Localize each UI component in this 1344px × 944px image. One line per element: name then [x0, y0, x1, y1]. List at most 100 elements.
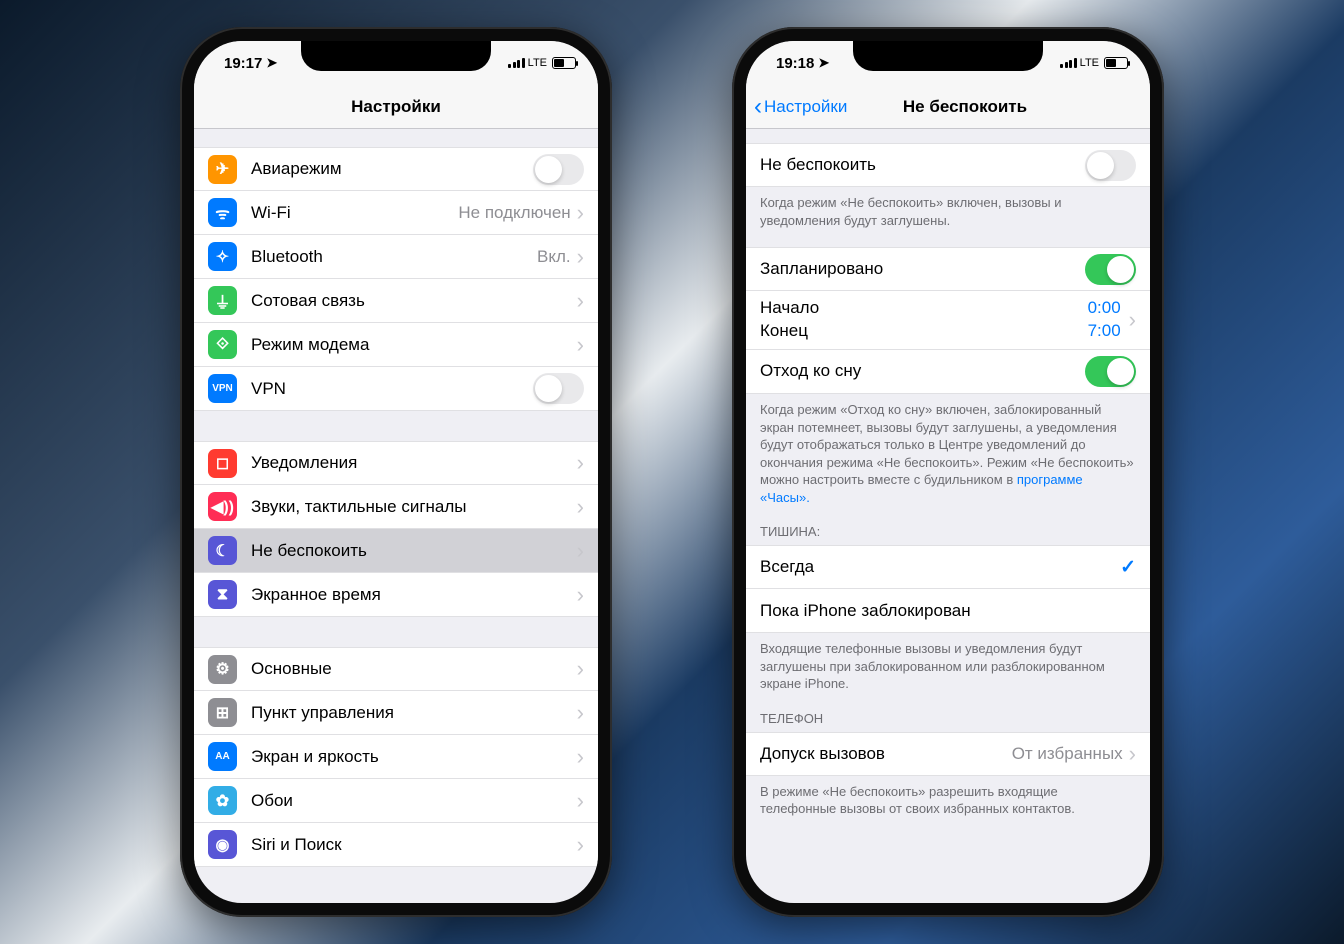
dnd-toggle-row[interactable]: Не беспокоить: [746, 143, 1150, 187]
airplane-icon: ✈: [208, 155, 237, 184]
carrier-label: LTE: [528, 57, 547, 69]
dnd-content[interactable]: Не беспокоить Когда режим «Не беспокоить…: [746, 129, 1150, 903]
notch: [853, 41, 1043, 71]
cell-label: VPN: [251, 379, 533, 399]
cell-label: Уведомления: [251, 453, 577, 473]
cell-label: Основные: [251, 659, 577, 679]
silence-locked-row[interactable]: Пока iPhone заблокирован: [746, 589, 1150, 633]
scheduled-label: Запланировано: [760, 259, 1085, 279]
silence-always-label: Всегда: [760, 557, 1120, 577]
chevron-right-icon: ›: [577, 288, 584, 314]
settings-row-уведомления[interactable]: ◻ Уведомления›: [194, 441, 598, 485]
gear-icon: ⚙: [208, 655, 237, 684]
cell-label: Режим модема: [251, 335, 577, 355]
settings-row-экран-и-яркость[interactable]: AAЭкран и яркость›: [194, 735, 598, 779]
to-label: Конец: [760, 320, 808, 343]
scheduled-toggle[interactable]: [1085, 254, 1136, 285]
siri-icon: ◉: [208, 830, 237, 859]
settings-row-экранное-время[interactable]: ⧗Экранное время›: [194, 573, 598, 617]
dnd-label: Не беспокоить: [760, 155, 1085, 175]
settings-row-сотовая-связь[interactable]: ⏚Сотовая связь›: [194, 279, 598, 323]
toggle[interactable]: [533, 154, 584, 185]
phone-right: 19:18➤ LTE ‹Настройки Не беспокоить Не б…: [732, 27, 1164, 917]
bluetooth-icon: ✧: [208, 242, 237, 271]
status-time: 19:18: [776, 55, 814, 72]
chevron-right-icon: ›: [577, 656, 584, 682]
back-label: Настройки: [764, 97, 847, 117]
settings-row-vpn[interactable]: VPN VPN: [194, 367, 598, 411]
cell-label: Siri и Поиск: [251, 835, 577, 855]
moon-icon: ☾: [208, 536, 237, 565]
dnd-toggle[interactable]: [1085, 150, 1136, 181]
checkmark-icon: ✓: [1120, 556, 1136, 579]
bedtime-footer: Когда режим «Отход ко сну» включен, забл…: [746, 394, 1150, 510]
status-time: 19:17: [224, 55, 262, 72]
page-title: Не беспокоить: [903, 97, 1027, 117]
cell-detail: Вкл.: [537, 247, 571, 267]
navbar: Настройки: [194, 85, 598, 129]
from-value: 0:00: [1088, 297, 1121, 320]
cell-label: Пункт управления: [251, 703, 577, 723]
settings-row-основные[interactable]: ⚙ Основные›: [194, 647, 598, 691]
link-icon: ⟐: [208, 330, 237, 359]
silence-footer: Входящие телефонные вызовы и уведомления…: [746, 633, 1150, 697]
back-button[interactable]: ‹Настройки: [754, 93, 847, 121]
cell-label: Авиарежим: [251, 159, 533, 179]
silence-locked-label: Пока iPhone заблокирован: [760, 601, 1136, 621]
silence-header: ТИШИНА:: [746, 510, 1150, 545]
allow-calls-row[interactable]: Допуск вызовов От избранных ›: [746, 732, 1150, 776]
chevron-right-icon: ›: [577, 450, 584, 476]
wifi-icon: ᯤ: [208, 198, 237, 227]
bedtime-label: Отход ко сну: [760, 361, 1085, 381]
settings-row-авиарежим[interactable]: ✈ Авиарежим: [194, 147, 598, 191]
signal-icon: [1060, 58, 1077, 68]
battery-icon: [1104, 57, 1128, 69]
settings-row-звуки-тактильные-сигналы[interactable]: ◀)) Звуки, тактильные сигналы›: [194, 485, 598, 529]
silence-always-row[interactable]: Всегда ✓: [746, 545, 1150, 589]
flower-icon: ✿: [208, 786, 237, 815]
vpn-icon: VPN: [208, 374, 237, 403]
settings-row-пункт-управления[interactable]: ⊞ Пункт управления›: [194, 691, 598, 735]
chevron-right-icon: ›: [577, 494, 584, 520]
chevron-right-icon: ›: [577, 700, 584, 726]
cell-label: Экран и яркость: [251, 747, 577, 767]
cell-label: Не беспокоить: [251, 541, 577, 561]
settings-row-siri-и-поиск[interactable]: ◉ Siri и Поиск›: [194, 823, 598, 867]
notch: [301, 41, 491, 71]
bedtime-toggle[interactable]: [1085, 356, 1136, 387]
chevron-right-icon: ›: [577, 832, 584, 858]
dnd-footer: Когда режим «Не беспокоить» включен, выз…: [746, 187, 1150, 233]
speaker-icon: ◀)): [208, 492, 237, 521]
chevron-right-icon: ›: [577, 332, 584, 358]
cell-label: Обои: [251, 791, 577, 811]
settings-row-режим-модема[interactable]: ⟐ Режим модема›: [194, 323, 598, 367]
chevron-right-icon: ›: [577, 788, 584, 814]
allow-detail: От избранных: [1012, 744, 1123, 764]
settings-row-wi-fi[interactable]: ᯤWi-FiНе подключен›: [194, 191, 598, 235]
from-label: Начало: [760, 297, 819, 320]
cell-label: Экранное время: [251, 585, 577, 605]
settings-row-обои[interactable]: ✿ Обои›: [194, 779, 598, 823]
cell-label: Wi-Fi: [251, 203, 458, 223]
chevron-right-icon: ›: [577, 200, 584, 226]
phone-left: 19:17➤ LTE Настройки ✈ Авиарежим ᯤ Wi-Fi Не …: [180, 27, 612, 917]
settings-row-bluetooth[interactable]: ✧BluetoothВкл.›: [194, 235, 598, 279]
chevron-right-icon: ›: [577, 538, 584, 564]
cell-label: Звуки, тактильные сигналы: [251, 497, 577, 517]
battery-icon: [552, 57, 576, 69]
toggle[interactable]: [533, 373, 584, 404]
phone-header: ТЕЛЕФОН: [746, 697, 1150, 732]
chevron-right-icon: ›: [577, 244, 584, 270]
to-value: 7:00: [1088, 320, 1121, 343]
sliders-icon: ⊞: [208, 698, 237, 727]
time-row[interactable]: Начало 0:00 Конец 7:00 ›: [746, 291, 1150, 350]
chevron-right-icon: ›: [1129, 307, 1136, 333]
settings-list[interactable]: ✈АвиарежимᯤWi-FiНе подключен›✧BluetoothВ…: [194, 129, 598, 903]
bedtime-row[interactable]: Отход ко сну: [746, 350, 1150, 394]
scheduled-row[interactable]: Запланировано: [746, 247, 1150, 291]
settings-row-не-беспокоить[interactable]: ☾ Не беспокоить›: [194, 529, 598, 573]
chevron-right-icon: ›: [577, 582, 584, 608]
bell-icon: ◻: [208, 449, 237, 478]
location-icon: ➤: [266, 55, 277, 71]
cell-label: Сотовая связь: [251, 291, 577, 311]
